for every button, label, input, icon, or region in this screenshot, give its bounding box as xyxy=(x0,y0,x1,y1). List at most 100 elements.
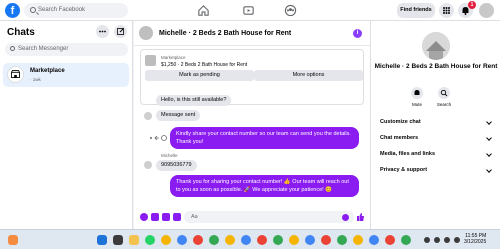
message-bubble-incoming[interactable]: Hello, is this still available? xyxy=(156,95,232,106)
wifi-icon[interactable] xyxy=(434,237,440,243)
like-icon[interactable] xyxy=(356,212,365,222)
whatsapp-icon[interactable] xyxy=(145,235,155,245)
message-sender-name: Michelle xyxy=(161,153,178,158)
chrome-icon[interactable] xyxy=(337,235,347,245)
privacy-support-row[interactable]: Privacy & support xyxy=(380,167,427,173)
task-view-icon[interactable] xyxy=(113,235,123,245)
chrome-icon[interactable] xyxy=(321,235,331,245)
conversation-panel: Michelle · 2 Beds 2 Bath House for Rent … xyxy=(134,21,370,229)
grid-icon xyxy=(443,7,450,14)
home-icon[interactable] xyxy=(197,4,210,17)
message-bubble-incoming[interactable]: 9095036779 xyxy=(156,160,197,171)
chat-options-button[interactable] xyxy=(96,25,109,38)
notifications-button[interactable]: 1 xyxy=(458,1,476,18)
message-input[interactable]: Aa xyxy=(184,211,354,223)
search-placeholder: Search Facebook xyxy=(38,7,86,13)
chat-list-item-marketplace[interactable]: Marketplace · 1wk xyxy=(3,63,129,87)
contact-avatar-small xyxy=(144,112,152,120)
file-explorer-icon[interactable] xyxy=(129,235,139,245)
menu-grid-button[interactable] xyxy=(439,3,454,18)
chrome-icon[interactable] xyxy=(401,235,411,245)
video-icon[interactable] xyxy=(242,4,255,17)
contact-name: Michelle · 2 Beds 2 Bath House for Rent xyxy=(374,63,498,70)
more-options-button[interactable]: More options xyxy=(254,70,363,81)
chrome-icon[interactable] xyxy=(193,235,203,245)
add-icon[interactable] xyxy=(140,213,148,221)
contact-avatar[interactable] xyxy=(139,26,153,40)
chrome-icon[interactable] xyxy=(225,235,235,245)
sticker-icon[interactable] xyxy=(162,213,170,221)
chevron-up-icon[interactable] xyxy=(424,237,430,243)
chats-sidebar: Chats Search Messenger Marketplace · 1wk xyxy=(0,21,133,229)
chevron-down-icon xyxy=(486,151,492,157)
chats-title: Chats xyxy=(7,27,35,38)
message-bubble-outgoing[interactable]: Thank you for sharing your contact numbe… xyxy=(170,175,359,197)
photo-icon[interactable] xyxy=(151,213,159,221)
listing-detail[interactable]: $1,250 · 2 Beds 2 Bath House for Rent xyxy=(161,62,247,68)
search-label: Search xyxy=(436,102,452,107)
mute-label: Mute xyxy=(411,102,422,107)
chevron-down-icon xyxy=(486,167,492,173)
info-icon[interactable]: i xyxy=(353,29,362,38)
clock-date: 3/12/2025 xyxy=(464,239,487,245)
conversation-details-panel: Michelle · 2 Beds 2 Bath House for Rent … xyxy=(370,21,500,229)
chrome-icon[interactable] xyxy=(385,235,395,245)
windows-start-icon[interactable] xyxy=(97,235,107,245)
mute-button[interactable] xyxy=(411,87,423,99)
new-message-button[interactable] xyxy=(114,25,127,38)
chrome-icon[interactable] xyxy=(209,235,219,245)
messenger-search-input[interactable]: Search Messenger xyxy=(5,43,128,56)
chrome-icon[interactable] xyxy=(369,235,379,245)
chrome-icon[interactable] xyxy=(241,235,251,245)
chrome-icon[interactable] xyxy=(177,235,187,245)
marketplace-icon xyxy=(7,66,24,83)
groups-icon[interactable] xyxy=(284,4,297,17)
conversation-title[interactable]: Michelle · 2 Beds 2 Bath House for Rent xyxy=(159,30,291,37)
conversation-header: Michelle · 2 Beds 2 Bath House for Rent … xyxy=(134,21,370,46)
bell-icon xyxy=(414,90,420,95)
chrome-icon[interactable] xyxy=(289,235,299,245)
search-conversation-button[interactable] xyxy=(438,87,450,99)
search-icon xyxy=(10,46,15,51)
volume-icon[interactable] xyxy=(444,237,450,243)
chrome-icon[interactable] xyxy=(353,235,363,245)
message-bubble-incoming[interactable]: Message sent xyxy=(156,110,201,121)
message-bubble-outgoing[interactable]: Kindly share your contact number so our … xyxy=(170,127,359,149)
customize-chat-row[interactable]: Customize chat xyxy=(380,119,421,125)
battery-icon[interactable] xyxy=(454,237,460,243)
message-actions xyxy=(150,135,167,141)
top-navigation-bar: f Search Facebook Find friends 1 xyxy=(0,0,500,21)
find-friends-button[interactable]: Find friends xyxy=(397,3,435,18)
gif-icon[interactable] xyxy=(173,213,181,221)
chevron-down-icon xyxy=(486,135,492,141)
notification-badge: 1 xyxy=(468,1,476,9)
mark-as-pending-button[interactable]: Mark as pending xyxy=(145,70,254,81)
listing-thumbnail[interactable] xyxy=(145,55,156,66)
contact-avatar-small xyxy=(144,161,152,169)
contact-profile-photo[interactable] xyxy=(422,32,450,60)
search-icon xyxy=(30,7,36,13)
message-composer: Aa xyxy=(134,207,370,229)
windows-taskbar: 11:55 PM 3/12/2025 xyxy=(0,229,500,249)
facebook-search-input[interactable]: Search Facebook xyxy=(24,3,128,18)
media-files-links-row[interactable]: Media, files and links xyxy=(380,151,435,157)
chat-list-item-name: Marketplace xyxy=(30,68,65,74)
compose-icon xyxy=(117,28,124,35)
taskbar-clock[interactable]: 11:55 PM 3/12/2025 xyxy=(464,233,486,245)
chat-list-item-time: · 1wk xyxy=(30,77,41,82)
messenger-search-placeholder: Search Messenger xyxy=(18,46,69,52)
profile-avatar[interactable] xyxy=(479,3,494,18)
weather-icon[interactable] xyxy=(8,235,18,245)
chrome-icon[interactable] xyxy=(273,235,283,245)
message-input-placeholder: Aa xyxy=(191,214,198,220)
chrome-icon[interactable] xyxy=(161,235,171,245)
chat-members-row[interactable]: Chat members xyxy=(380,135,418,141)
listing-label: Marketplace xyxy=(161,55,186,60)
facebook-logo[interactable]: f xyxy=(5,3,20,18)
chrome-icon[interactable] xyxy=(257,235,267,245)
more-icon xyxy=(99,30,106,33)
emoji-icon[interactable] xyxy=(342,214,349,221)
chrome-icon[interactable] xyxy=(305,235,315,245)
reply-icon xyxy=(154,135,159,141)
chevron-down-icon xyxy=(486,119,492,125)
